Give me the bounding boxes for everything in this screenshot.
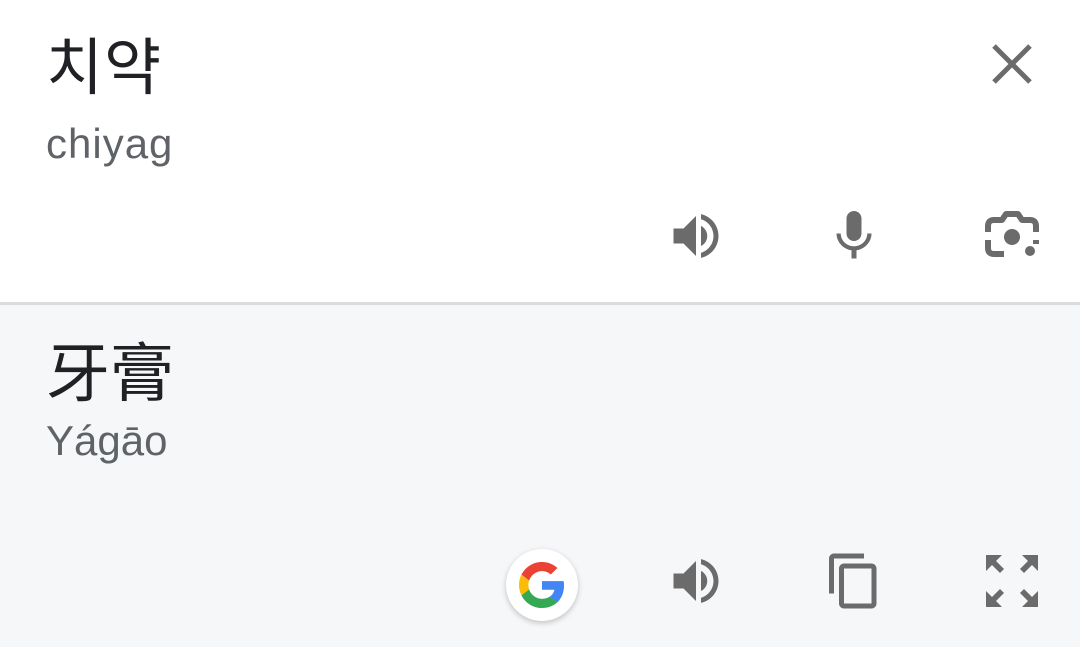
microphone-icon bbox=[836, 211, 872, 259]
close-button[interactable] bbox=[972, 24, 1052, 104]
copy-button[interactable] bbox=[814, 541, 894, 621]
source-panel: 치약 chiyag bbox=[0, 0, 1080, 302]
target-transliteration: Yágāo bbox=[46, 417, 168, 464]
target-text[interactable]: 牙膏 bbox=[46, 335, 174, 415]
microphone-button[interactable] bbox=[814, 196, 894, 276]
source-transliteration: chiyag bbox=[46, 120, 174, 167]
source-text[interactable]: 치약 bbox=[46, 28, 162, 108]
camera-icon bbox=[985, 211, 1039, 257]
fullscreen-icon bbox=[986, 555, 1038, 607]
speaker-icon bbox=[673, 559, 719, 603]
target-panel: 牙膏 Yágāo bbox=[0, 305, 1080, 647]
camera-button[interactable] bbox=[972, 196, 1052, 276]
google-icon bbox=[519, 562, 565, 608]
copy-icon bbox=[829, 553, 877, 609]
fullscreen-button[interactable] bbox=[972, 541, 1052, 621]
source-listen-button[interactable] bbox=[656, 196, 736, 276]
close-icon bbox=[992, 44, 1032, 84]
target-listen-button[interactable] bbox=[656, 541, 736, 621]
google-button[interactable] bbox=[506, 549, 578, 621]
speaker-icon bbox=[673, 214, 719, 258]
